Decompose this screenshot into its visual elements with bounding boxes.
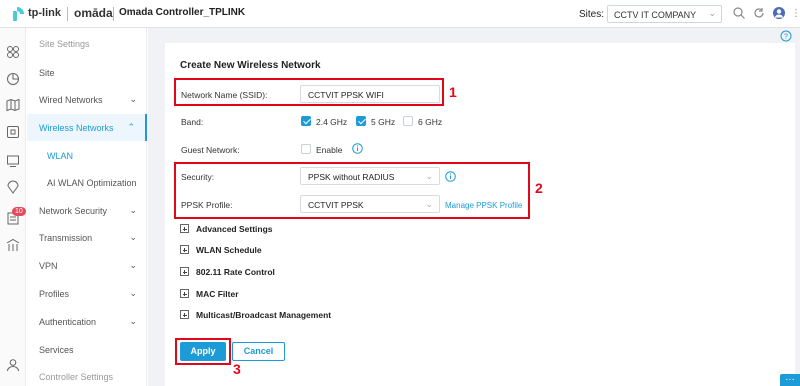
sidebar-item-label: Authentication [39, 317, 97, 327]
user-avatar-icon[interactable] [772, 6, 786, 20]
chevron-down-icon: ⌄ [708, 8, 716, 18]
band-2-4ghz-checkbox[interactable] [301, 116, 311, 126]
sidebar-item-wlan[interactable]: WLAN [27, 142, 147, 169]
top-bar: tp-link omāda Omada Controller_TPLINK Si… [0, 0, 800, 28]
section-label: Multicast/Broadcast Management [196, 310, 332, 320]
chevron-down-icon: ⌄ [129, 232, 137, 242]
more-menu-icon[interactable]: ⋮ [791, 8, 800, 19]
omada-logo-text: omāda [74, 6, 113, 20]
band-5ghz-checkbox[interactable] [356, 116, 366, 126]
sidebar-item-label: Wired Networks [39, 95, 103, 105]
form-title: Create New Wireless Network [180, 60, 321, 71]
sidebar-item-label: Site Settings [39, 39, 90, 49]
expand-icon [180, 289, 189, 298]
annotation-number: 1 [449, 84, 457, 100]
sidebar-item-controller-settings: Controller Settings [27, 363, 147, 386]
chevron-down-icon: ⌄ [129, 260, 137, 270]
sidebar-item-label: VPN [39, 261, 58, 271]
highlight-box-apply [175, 338, 231, 365]
title-divider [113, 7, 114, 21]
sidebar-item-label: WLAN [47, 151, 74, 161]
sidebar-item-services[interactable]: Services [27, 336, 147, 363]
tp-link-logo-icon [13, 7, 24, 21]
sidebar-item-label: Wireless Networks [39, 123, 114, 133]
sidebar-item-label: AI WLAN Optimization [47, 178, 137, 188]
devices-icon[interactable] [6, 125, 20, 139]
account-icon[interactable] [6, 358, 20, 372]
tools-icon[interactable] [6, 238, 20, 252]
section-label: Advanced Settings [196, 224, 273, 234]
annotation-number: 3 [233, 361, 241, 377]
more-options-icon[interactable]: … [780, 373, 800, 386]
chevron-down-icon: ⌄ [129, 94, 137, 104]
sites-select[interactable]: CCTV IT COMPANY ⌄ [607, 5, 722, 23]
section-label: 802.11 Rate Control [196, 267, 275, 277]
expand-icon [180, 224, 189, 233]
sidebar-item-wired-networks[interactable]: Wired Networks ⌄ [27, 86, 147, 113]
clients-icon[interactable] [6, 154, 20, 168]
sidebar-item-network-security[interactable]: Network Security ⌄ [27, 197, 147, 224]
cancel-button[interactable]: Cancel [232, 342, 285, 361]
chevron-down-icon: ⌄ [129, 316, 137, 326]
chevron-up-icon: ⌃ [127, 122, 135, 132]
sidebar-item-site[interactable]: Site [27, 59, 147, 86]
settings-sidebar: Site Settings Site Wired Networks ⌄ Wire… [27, 28, 147, 386]
sidebar-item-label: Services [39, 345, 74, 355]
sidebar-item-label: Profiles [39, 289, 70, 299]
info-icon[interactable] [352, 143, 363, 154]
help-icon[interactable]: ? [780, 30, 792, 42]
statistics-icon[interactable] [6, 72, 20, 86]
insights-icon[interactable] [6, 180, 20, 194]
map-icon[interactable] [6, 98, 20, 112]
band-2-4ghz-label: 2.4 GHz [316, 117, 348, 127]
logo-divider [67, 7, 68, 21]
sidebar-item-transmission[interactable]: Transmission ⌄ [27, 224, 147, 251]
section-label: MAC Filter [196, 289, 239, 299]
sidebar-item-site-settings: Site Settings [27, 30, 147, 57]
sites-select-value: CCTV IT COMPANY [614, 10, 697, 20]
guest-network-label: Guest Network: [181, 145, 240, 155]
annotation-number: 2 [535, 180, 543, 196]
sidebar-item-vpn[interactable]: VPN ⌄ [27, 252, 147, 279]
band-5ghz-label: 5 GHz [371, 117, 396, 127]
sites-label: Sites: [579, 9, 605, 20]
highlight-box-security [174, 162, 530, 219]
expand-icon [180, 310, 189, 319]
band-label: Band: [181, 117, 204, 127]
dashboard-icon[interactable] [6, 45, 20, 59]
controller-title: Omada Controller_TPLINK [119, 7, 246, 18]
svg-text:?: ? [784, 34, 788, 41]
band-6ghz-checkbox[interactable] [403, 116, 413, 126]
sidebar-item-ai-wlan-optimization[interactable]: AI WLAN Optimization [27, 169, 147, 196]
sidebar-item-wireless-networks[interactable]: Wireless Networks ⌃ [27, 114, 147, 141]
chevron-down-icon: ⌄ [129, 288, 137, 298]
sidebar-item-authentication[interactable]: Authentication ⌄ [27, 308, 147, 335]
band-6ghz-label: 6 GHz [418, 117, 443, 127]
sidebar-item-label: Network Security [39, 206, 108, 216]
search-icon[interactable] [732, 6, 746, 20]
sidebar-item-label: Site [39, 68, 55, 78]
guest-enable-label: Enable [316, 145, 343, 155]
expand-icon [180, 245, 189, 254]
sidebar-item-profiles[interactable]: Profiles ⌄ [27, 280, 147, 307]
expand-icon [180, 267, 189, 276]
section-label: WLAN Schedule [196, 245, 262, 255]
sidebar-item-label: Transmission [39, 233, 93, 243]
tp-link-logo-text: tp-link [28, 7, 61, 19]
guest-enable-checkbox[interactable] [301, 144, 311, 154]
logs-badge: 10 [12, 207, 26, 216]
highlight-box-ssid [174, 78, 444, 106]
refresh-icon[interactable] [752, 6, 766, 20]
icon-rail: 10 [0, 28, 26, 386]
sidebar-item-label: Controller Settings [39, 372, 114, 382]
chevron-down-icon: ⌄ [129, 205, 137, 215]
